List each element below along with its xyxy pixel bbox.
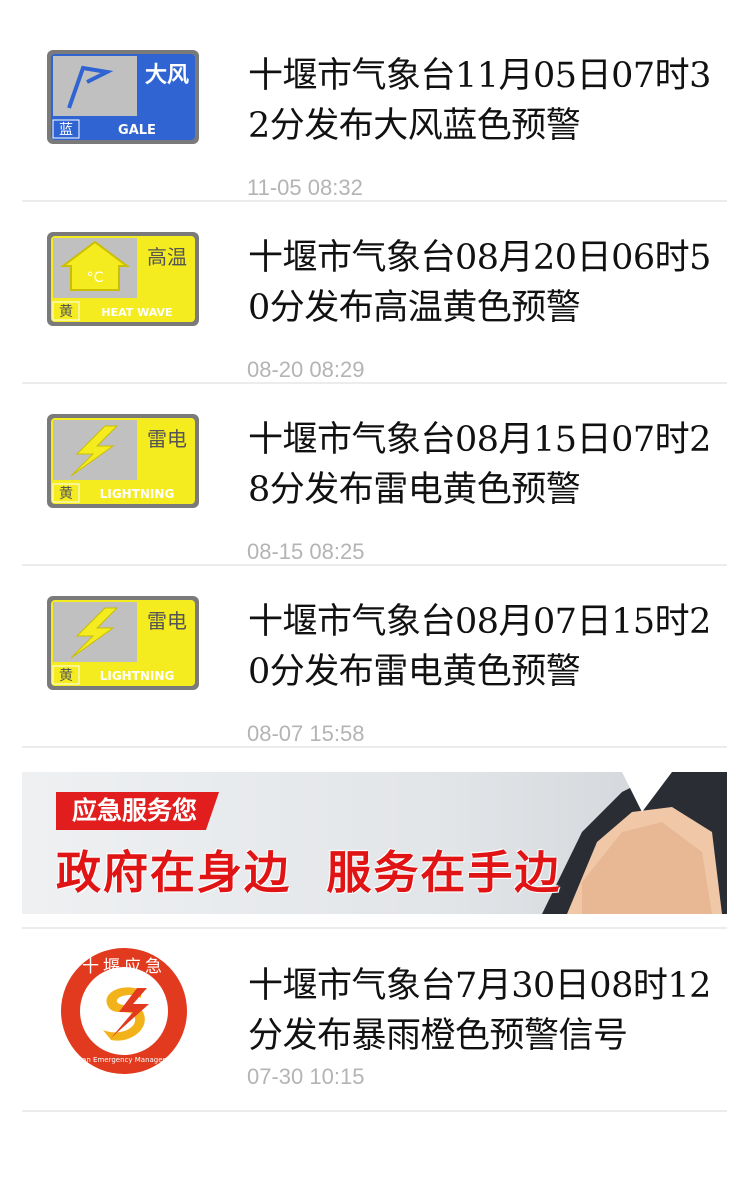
- badge-cn-top: 雷电: [147, 609, 187, 633]
- heat-wave-yellow-warning-icon: °C 高温 黄 HEAT WAVE: [47, 232, 199, 326]
- badge-cn-top: 高温: [147, 245, 187, 269]
- news-time: 08-20 08:29: [247, 357, 365, 382]
- badge-en: LIGHTNING: [100, 669, 175, 683]
- news-time: 11-05 08:32: [247, 175, 363, 200]
- news-time: 08-07 15:58: [247, 721, 365, 746]
- news-time: 08-15 08:25: [247, 539, 365, 564]
- news-title[interactable]: 十堰市气象台08月20日06时50分发布高温黄色预警: [248, 233, 726, 333]
- banner-tag: 应急服务您: [56, 792, 220, 830]
- lightning-yellow-warning-icon: 雷电 黄 LIGHTNING: [47, 414, 199, 508]
- news-title[interactable]: 十堰市气象台08月15日07时28分发布雷电黄色预警: [248, 415, 726, 515]
- news-time: 07-30 10:15: [247, 1064, 365, 1089]
- banner-slogan: 政府在身边 服务在手边: [56, 846, 562, 899]
- news-item[interactable]: 雷电 黄 LIGHTNING 十堰市气象台08月15日07时28分发布雷电黄色预…: [22, 384, 727, 566]
- news-title[interactable]: 十堰市气象台08月07日15时20分发布雷电黄色预警: [248, 597, 726, 697]
- emergency-service-banner[interactable]: 应急服务您 政府在身边 服务在手边: [22, 772, 727, 914]
- gale-blue-warning-icon: 大风 蓝 GALE: [47, 50, 199, 144]
- news-title[interactable]: 十堰市气象台11月05日07时32分发布大风蓝色预警: [248, 51, 726, 151]
- badge-level: 黄: [59, 667, 73, 684]
- badge-cn-top: 雷电: [147, 427, 187, 451]
- logo-en-text: Shiyan Emergency Management: [67, 1056, 181, 1064]
- badge-en: GALE: [118, 123, 156, 138]
- shiyan-emergency-logo: 十堰应急 Shiyan Emergency Management: [59, 946, 189, 1076]
- badge-level: 黄: [59, 303, 73, 320]
- badge-cn-top: 大风: [145, 63, 189, 88]
- badge-en: HEAT WAVE: [101, 306, 172, 319]
- divider: [22, 927, 727, 929]
- badge-en: LIGHTNING: [100, 487, 175, 501]
- news-item[interactable]: 十堰应急 Shiyan Emergency Management 十堰市气象台7…: [22, 930, 727, 1112]
- svg-text:°C: °C: [87, 270, 104, 286]
- news-title[interactable]: 十堰市气象台7月30日08时12分发布暴雨橙色预警信号: [248, 961, 726, 1061]
- news-item[interactable]: 大风 蓝 GALE 十堰市气象台11月05日07时32分发布大风蓝色预警 11-…: [22, 20, 727, 202]
- news-item[interactable]: 雷电 黄 LIGHTNING 十堰市气象台08月07日15时20分发布雷电黄色预…: [22, 566, 727, 748]
- logo-cn-text: 十堰应急: [82, 957, 166, 977]
- badge-level: 蓝: [59, 122, 73, 138]
- badge-level: 黄: [59, 485, 73, 502]
- lightning-yellow-warning-icon: 雷电 黄 LIGHTNING: [47, 596, 199, 690]
- news-item[interactable]: °C 高温 黄 HEAT WAVE 十堰市气象台08月20日06时50分发布高温…: [22, 202, 727, 384]
